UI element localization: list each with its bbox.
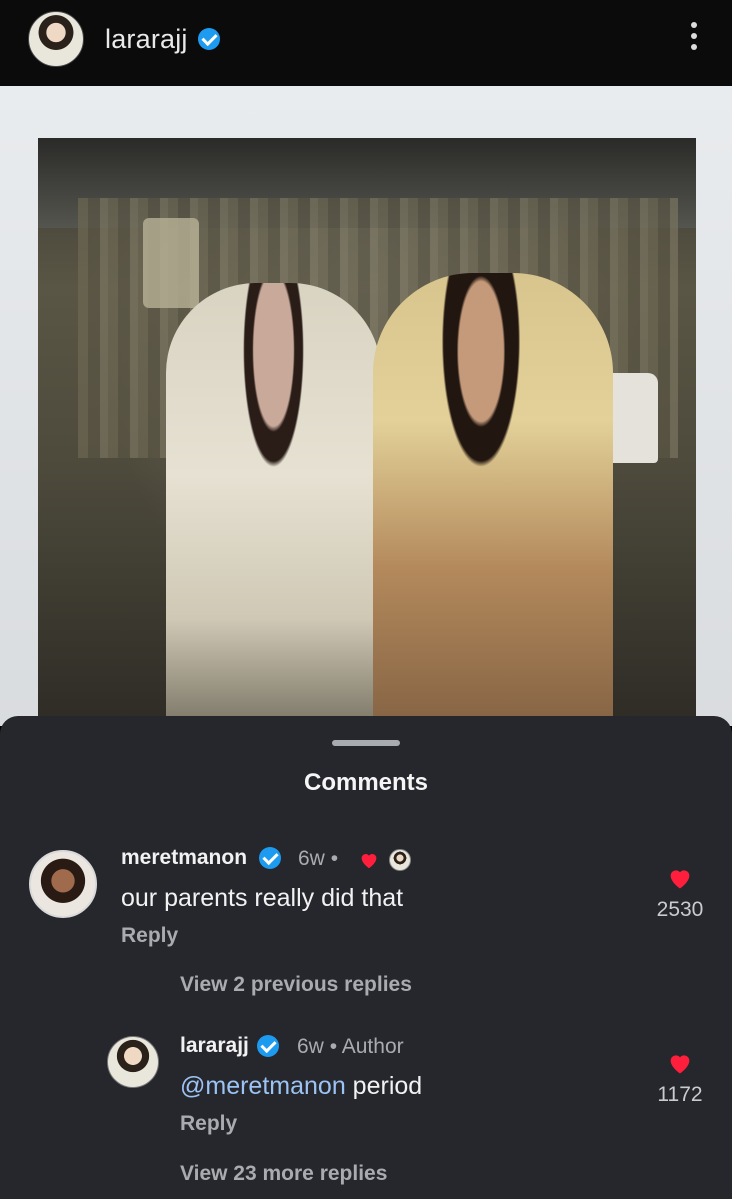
post-photo[interactable] (0, 86, 732, 738)
screen: lararajj Comments meretmanon 6w • our pa… (0, 0, 732, 1199)
verified-badge-icon (257, 1035, 279, 1057)
header-username[interactable]: lararajj (105, 24, 188, 55)
comment-item: meretmanon 6w • our parents really did t… (0, 844, 732, 954)
author-liked-heart-icon (361, 854, 377, 869)
like-control[interactable]: 2530 (650, 864, 710, 922)
sheet-title: Comments (303, 769, 429, 796)
like-count: 2530 (656, 898, 704, 921)
meta-separator: • (329, 1035, 338, 1058)
comment-avatar[interactable] (29, 850, 97, 918)
reply-meta: 6w • Author (297, 1035, 404, 1059)
mention-link[interactable]: @meretmanon (180, 1072, 346, 1100)
comment-username[interactable]: meretmanon (121, 846, 247, 870)
post-header: lararajj (0, 0, 732, 86)
reply-age: 6w (297, 1035, 324, 1058)
comment-meta: 6w • (298, 847, 338, 871)
verified-badge-icon (259, 847, 281, 869)
verified-badge-icon (198, 28, 220, 50)
reply-button[interactable]: Reply (121, 924, 178, 948)
polaroid-image (38, 138, 696, 738)
photo-subject-right (373, 273, 613, 738)
reply-body: period (345, 1072, 423, 1100)
reply-button[interactable]: Reply (180, 1112, 237, 1136)
author-badge: Author (341, 1035, 404, 1058)
meta-separator: • (330, 847, 339, 870)
view-previous-replies-link[interactable]: View 2 previous replies (180, 973, 412, 997)
reply-text: @meretmanon period (180, 1072, 422, 1101)
author-liked-avatar (389, 849, 411, 871)
photo-subject-left (166, 283, 381, 738)
like-control[interactable]: 1172 (650, 1049, 710, 1107)
view-more-replies-link[interactable]: View 23 more replies (180, 1162, 387, 1186)
comment-age: 6w (298, 847, 325, 870)
reply-item: lararajj 6w • Author @meretmanon period … (0, 1030, 732, 1140)
sheet-drag-handle[interactable] (332, 740, 400, 746)
reply-username[interactable]: lararajj (180, 1034, 249, 1058)
comment-text: our parents really did that (121, 884, 404, 912)
heart-icon[interactable] (665, 1049, 695, 1077)
reply-avatar[interactable] (107, 1036, 159, 1088)
profile-avatar[interactable] (28, 11, 84, 67)
more-options-icon[interactable] (689, 22, 699, 56)
heart-icon[interactable] (665, 864, 695, 892)
comments-sheet: Comments meretmanon 6w • our parents rea… (0, 716, 732, 1199)
like-count: 1172 (657, 1083, 703, 1106)
